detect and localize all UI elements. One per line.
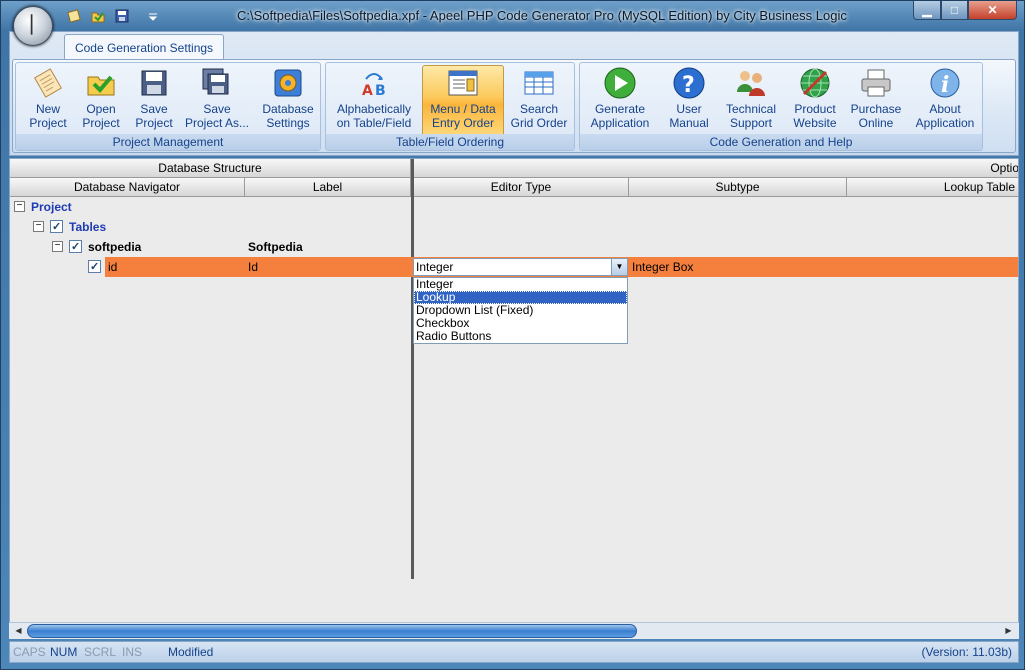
subtype-cell[interactable]: Integer Box: [632, 257, 832, 277]
svg-text:A: A: [362, 83, 373, 99]
dropdown-arrow-icon[interactable]: ▼: [611, 259, 627, 275]
close-button[interactable]: ✕: [968, 1, 1017, 20]
column-header-subtype[interactable]: Subtype: [629, 178, 847, 197]
status-num: NUM: [50, 645, 78, 659]
window-title: C:\Softpedia\Files\Softpedia.xpf - Apeel…: [237, 8, 847, 23]
save-project-as-button[interactable]: Save Project As...: [182, 66, 252, 136]
purchase-online-button[interactable]: Purchase Online: [846, 66, 906, 136]
minimize-icon: ▁: [922, 3, 932, 17]
status-version: (Version: 11.03b): [921, 645, 1013, 659]
dropdown-option-radio-buttons[interactable]: Radio Buttons: [414, 330, 627, 343]
product-website-button[interactable]: Product Website: [786, 66, 844, 136]
field-checkbox[interactable]: [88, 257, 101, 277]
printer-icon: [859, 66, 893, 100]
alphabetical-order-button[interactable]: AB Alphabetically on Table/Field: [330, 66, 418, 136]
globe-icon: [798, 66, 832, 100]
tab-code-generation-settings[interactable]: Code Generation Settings: [64, 34, 224, 60]
group-label: Table/Field Ordering: [326, 134, 574, 150]
group-header-database-structure: Database Structure: [10, 159, 411, 178]
tree-row-field-id[interactable]: id Id: [10, 257, 410, 277]
group-table-field-ordering: AB Alphabetically on Table/Field Menu / …: [325, 62, 575, 151]
application-menu-button[interactable]: ᛁ: [13, 6, 53, 46]
user-manual-button[interactable]: ? User Manual: [664, 66, 714, 136]
collapse-icon[interactable]: −: [52, 241, 63, 252]
alphabetical-sort-icon: AB: [357, 66, 391, 100]
column-header-database-navigator[interactable]: Database Navigator: [10, 178, 245, 197]
database-structure-grid: Database Structure Optio Database Naviga…: [9, 158, 1019, 638]
about-application-button[interactable]: i About Application: [910, 66, 980, 136]
tables-checkbox[interactable]: [50, 217, 63, 237]
field-name: id: [108, 260, 118, 274]
scrollbar-thumb[interactable]: [27, 624, 637, 638]
application-window: ᛁ C:\Softpedia\Files\Softpedia.xpf - Ape…: [0, 0, 1025, 670]
collapse-icon[interactable]: −: [33, 221, 44, 232]
new-project-button[interactable]: New Project: [20, 66, 76, 136]
horizontal-scrollbar[interactable]: ◀ ▶: [9, 622, 1019, 639]
grid-order-icon: [522, 66, 556, 100]
svg-text:i: i: [941, 72, 949, 98]
maximize-button[interactable]: □: [941, 1, 968, 20]
qat-open-icon[interactable]: [89, 8, 107, 24]
open-project-button[interactable]: Open Project: [74, 66, 128, 136]
help-icon: ?: [672, 66, 706, 100]
group-header-options: Optio: [414, 159, 1018, 178]
tree-row-table-softpedia[interactable]: − softpedia Softpedia: [10, 237, 410, 257]
ribbon: Code Generation Settings New Project Ope…: [9, 31, 1019, 156]
generate-application-button[interactable]: Generate Application: [584, 66, 656, 136]
qat-new-icon[interactable]: [65, 8, 83, 24]
menu-order-icon: [446, 66, 480, 100]
app-logo-icon: ᛁ: [25, 13, 39, 38]
editor-type-combobox[interactable]: Integer ▼: [413, 258, 628, 276]
svg-text:B: B: [375, 83, 386, 99]
group-label: Project Management: [16, 134, 320, 150]
tree-row-tables[interactable]: − Tables: [10, 217, 410, 237]
group-project-management: New Project Open Project Save Project Sa…: [15, 62, 321, 151]
scroll-right-icon[interactable]: ▶: [1001, 624, 1016, 638]
scroll-left-icon[interactable]: ◀: [11, 624, 26, 638]
new-project-icon: [31, 66, 65, 100]
status-caps: CAPS: [13, 645, 46, 659]
open-project-icon: [84, 66, 118, 100]
status-bar: CAPS NUM SCRL INS Modified (Version: 11.…: [9, 641, 1019, 663]
minimize-button[interactable]: ▁: [913, 1, 941, 20]
editor-type-dropdown-list: Integer Lookup Dropdown List (Fixed) Che…: [413, 277, 628, 344]
info-icon: i: [928, 66, 962, 100]
column-header-lookup-table[interactable]: Lookup Table: [847, 178, 1018, 197]
status-state: Modified: [168, 645, 214, 659]
save-as-icon: [200, 66, 234, 100]
column-header-label[interactable]: Label: [245, 178, 411, 197]
maximize-icon: □: [950, 3, 959, 17]
database-settings-icon: [271, 66, 305, 100]
play-icon: [603, 66, 637, 100]
status-ins: INS: [122, 645, 143, 659]
save-project-button[interactable]: Save Project: [128, 66, 180, 136]
close-icon: ✕: [987, 3, 998, 17]
qat-customize-icon[interactable]: [144, 8, 162, 24]
table-checkbox[interactable]: [69, 237, 82, 257]
tree-row-project[interactable]: − Project: [10, 197, 410, 217]
support-people-icon: [734, 66, 768, 100]
ribbon-panel: New Project Open Project Save Project Sa…: [12, 59, 1016, 153]
svg-text:?: ?: [682, 73, 695, 98]
pane-divider[interactable]: [411, 159, 414, 579]
collapse-icon[interactable]: −: [14, 201, 25, 212]
database-settings-button[interactable]: Database Settings: [258, 66, 318, 136]
save-icon: [137, 66, 171, 100]
group-label: Code Generation and Help: [580, 134, 982, 150]
status-scrl: SCRL: [84, 645, 117, 659]
qat-save-icon[interactable]: [113, 8, 131, 24]
title-bar: ᛁ C:\Softpedia\Files\Softpedia.xpf - Ape…: [1, 1, 1024, 46]
column-header-editor-type[interactable]: Editor Type: [414, 178, 629, 197]
menu-entry-order-button[interactable]: Menu / Data Entry Order: [422, 65, 504, 137]
technical-support-button[interactable]: Technical Support: [720, 66, 782, 136]
field-label[interactable]: Id: [248, 257, 258, 277]
group-code-generation-help: Generate Application ? User Manual Techn…: [579, 62, 983, 151]
search-grid-order-button[interactable]: Search Grid Order: [508, 66, 570, 136]
